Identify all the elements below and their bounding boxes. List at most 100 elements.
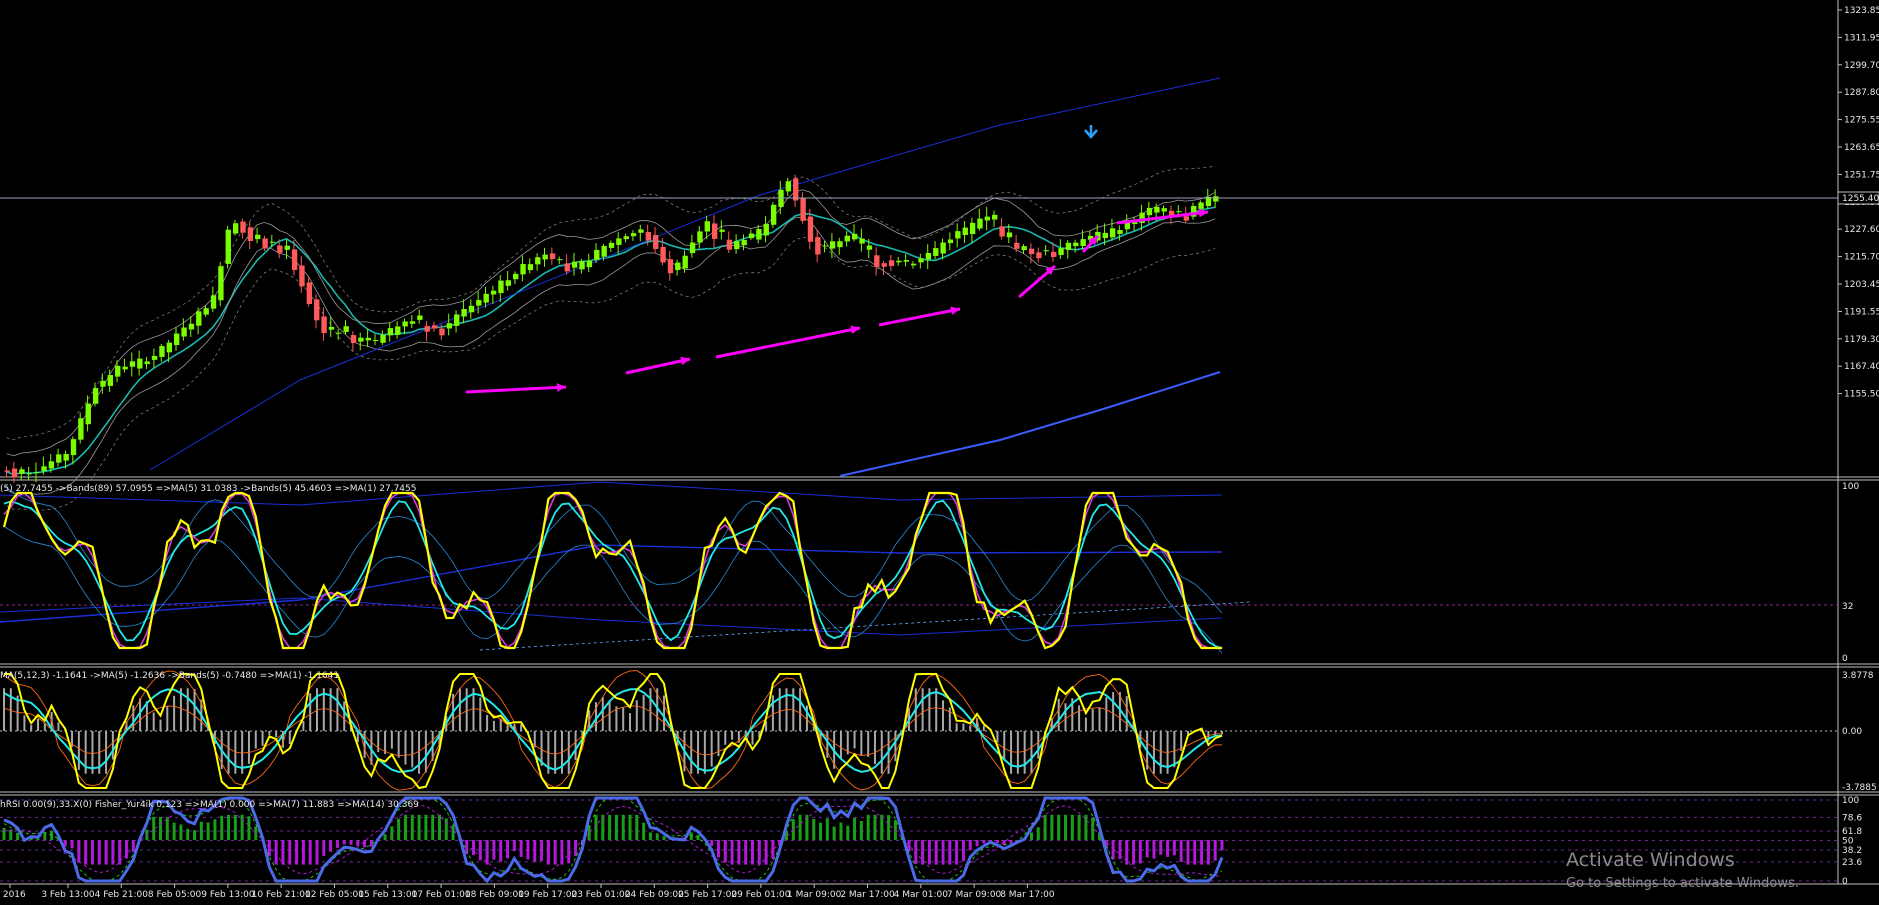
time-label: 19 Feb 17:00 — [518, 890, 577, 900]
oscillator-panel-1[interactable]: (5) 27.7455 ->Bands(89) 57.0955 =>MA(5) … — [0, 481, 1838, 654]
panel3-level-label: 61.8 — [1842, 827, 1862, 837]
candle-body — [822, 245, 828, 247]
panel2-caption: MA(5,12,3) -1.1641 ->MA(5) -1.2636 ->Ban… — [0, 671, 339, 681]
candle-body — [343, 326, 349, 332]
candle-body — [829, 241, 836, 249]
candle-body — [225, 229, 231, 264]
candle-body — [395, 326, 401, 335]
price-panel[interactable] — [0, 77, 1838, 511]
candle-body — [122, 366, 128, 370]
candle-body — [549, 253, 556, 260]
upper-channel-line — [149, 77, 1221, 471]
candle-body — [947, 239, 954, 244]
time-label: 9 Feb 13:00 — [201, 890, 255, 900]
candle-body — [513, 273, 519, 280]
price-level-label: 1203.45 — [1844, 280, 1879, 290]
candle-body — [188, 323, 195, 330]
candle-body — [402, 321, 408, 327]
price-level-label: 1275.55 — [1844, 116, 1879, 126]
candle-body — [107, 375, 114, 386]
oscillator-panel-3[interactable]: hRSI 0.00(9),33.X(0) Fisher_Yur4ik 0.123… — [0, 796, 1838, 884]
oscillator-1-lines — [0, 481, 1251, 654]
candle-body — [535, 257, 541, 265]
candle-body — [748, 233, 755, 239]
candle-body — [498, 280, 504, 294]
time-label: 24 Feb 09:00 — [625, 890, 684, 900]
trend-arrows — [465, 208, 1209, 394]
candle-body — [564, 263, 570, 272]
candle-body — [48, 461, 55, 469]
candle-body — [1021, 246, 1027, 251]
panel2-axis: 3.8778 0.00 -3.7885 — [1842, 671, 1877, 793]
candle-body — [454, 314, 460, 326]
time-label: 4 Feb 21:00 — [95, 890, 149, 900]
candle-body — [888, 260, 895, 266]
candle-body — [925, 252, 932, 260]
panel3-level-label: 38.2 — [1842, 846, 1862, 856]
candle-body — [903, 260, 909, 262]
candle-body — [837, 241, 843, 248]
candle-body — [962, 227, 968, 236]
candle-body — [11, 468, 18, 478]
candlesticks — [4, 174, 1219, 483]
candle-body — [601, 245, 607, 257]
candle-body — [896, 260, 902, 263]
candle-body — [92, 388, 99, 404]
candle-body — [933, 248, 939, 256]
price-level-label: 1227.60 — [1844, 225, 1879, 235]
candle-body — [299, 265, 305, 287]
candle-body — [734, 241, 740, 250]
upper-band-inner — [6, 189, 1216, 457]
price-level-label: 1191.55 — [1844, 307, 1879, 317]
candle-body — [999, 226, 1005, 237]
candle-body — [33, 472, 40, 474]
oscillator-panel-2[interactable]: MA(5,12,3) -1.1641 ->MA(5) -1.2636 ->Ban… — [0, 670, 1838, 791]
lower-band-outer — [6, 236, 1216, 511]
candle-body — [542, 254, 548, 260]
candle-body — [1154, 206, 1160, 213]
candle-body — [940, 242, 946, 254]
candle-body — [218, 266, 224, 301]
panel3-level-label: 50 — [1842, 837, 1854, 847]
candle-body — [756, 229, 762, 240]
candle-body — [1014, 242, 1020, 249]
candle-body — [1073, 242, 1079, 247]
candle-body — [977, 218, 983, 229]
candle-body — [984, 216, 991, 221]
price-level-label: 1263.65 — [1844, 143, 1879, 153]
candle-body — [417, 315, 423, 320]
candle-body — [380, 334, 386, 343]
candle-body — [992, 214, 998, 220]
time-label: 2 Mar 17:00 — [840, 890, 895, 900]
time-label: 23 Feb 01:00 — [571, 890, 630, 900]
price-level-label: 1311.95 — [1844, 33, 1879, 43]
candle-body — [675, 262, 681, 271]
candle-body — [711, 223, 718, 239]
candle-body — [1146, 207, 1153, 216]
time-label: 8 Feb 05:00 — [148, 890, 202, 900]
trading-chart[interactable]: 1323.85 1311.95 1299.70 1287.80 1275.55 1263.… — [0, 0, 1879, 905]
candle-body — [137, 358, 143, 369]
candle-body — [682, 255, 688, 269]
candle-body — [785, 181, 792, 192]
candle-body — [579, 261, 585, 270]
current-price-label: 1255.40 — [1842, 194, 1879, 204]
candle-body — [770, 204, 777, 225]
candle-body — [262, 238, 268, 249]
candle-body — [476, 300, 482, 306]
candle-body — [56, 454, 62, 463]
candle-body — [741, 239, 747, 246]
panel1-level-low: 0 — [1842, 654, 1848, 664]
candle-body — [41, 466, 47, 472]
candle-body — [490, 290, 497, 295]
sell-signal-arrow-icon — [1084, 125, 1098, 139]
candle-body — [520, 264, 526, 275]
slow-band-mid — [0, 544, 1223, 623]
time-axis: b 2016 3 Feb 13:004 Feb 21:008 Feb 05:009… — [0, 884, 1055, 900]
candle-body — [653, 235, 659, 249]
time-label: b 2016 — [0, 890, 26, 900]
panel3-level-label: 100 — [1842, 796, 1859, 806]
panel2-level-high: 3.8778 — [1842, 671, 1874, 681]
candle-body — [793, 178, 799, 201]
price-level-label: 1299.70 — [1844, 61, 1879, 71]
